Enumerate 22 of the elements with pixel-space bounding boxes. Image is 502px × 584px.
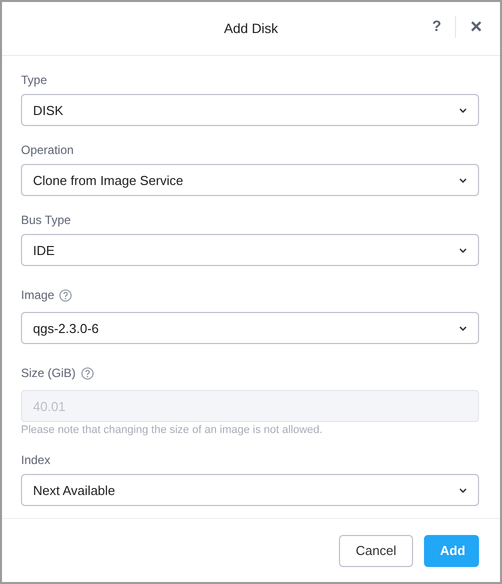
select-field[interactable]: IDE	[21, 234, 479, 266]
field-label: Size (GiB)	[21, 366, 76, 380]
select-field[interactable]: Clone from Image Service	[21, 164, 479, 196]
chevron-down-icon	[459, 108, 467, 112]
field-label: Type	[21, 73, 48, 87]
cancel-button[interactable]: Cancel	[339, 534, 413, 566]
field-label: Operation	[21, 143, 74, 157]
dialog-title: Add Disk	[224, 21, 278, 36]
field-label: Image	[21, 288, 54, 302]
help-icon[interactable]	[59, 288, 72, 302]
select-field[interactable]: DISK	[21, 94, 479, 126]
hint-text: Please note that changing the size of an image is not allowed.	[21, 424, 324, 436]
close-button[interactable]: ×	[466, 16, 486, 38]
select-field[interactable]: qgs-2.3.0-6	[21, 312, 479, 344]
chevron-down-icon	[459, 488, 467, 492]
chevron-down-icon	[459, 326, 467, 330]
field-label: Index	[21, 453, 50, 467]
select-field[interactable]: Next Available	[21, 474, 479, 506]
chevron-down-icon	[459, 178, 467, 182]
field-label: Bus Type	[21, 213, 71, 227]
chevron-down-icon	[459, 248, 467, 252]
help-button[interactable]: ?	[428, 16, 446, 38]
